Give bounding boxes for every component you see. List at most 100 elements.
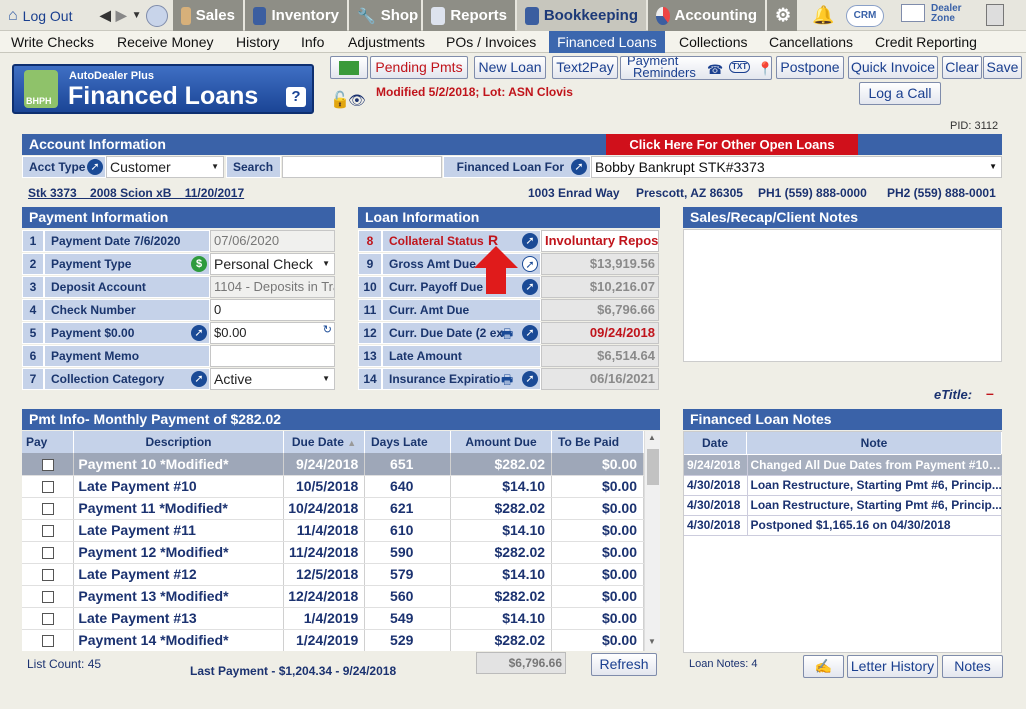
- pay-checkbox[interactable]: [41, 525, 54, 538]
- payment-reminders-button[interactable]: Payment Reminders ☎ TXT 📍: [620, 56, 772, 80]
- pmt-table-scrollbar[interactable]: ▲ ▼: [644, 431, 660, 651]
- new-loan-button[interactable]: New Loan: [474, 56, 546, 79]
- refresh-button[interactable]: Refresh: [591, 653, 657, 676]
- quick-invoice-button[interactable]: Quick Invoice: [848, 56, 938, 79]
- payoff-lookup-icon[interactable]: ➚: [522, 279, 538, 295]
- table-row[interactable]: Payment 14 *Modified* 1/24/2019 529 $282.02…: [22, 629, 644, 651]
- pay-checkbox[interactable]: [41, 481, 54, 494]
- pay-checkbox[interactable]: [41, 635, 54, 648]
- note-row[interactable]: 4/30/2018 Loan Restructure, Starting Pmt …: [684, 495, 1002, 516]
- pay-checkbox[interactable]: [41, 547, 54, 560]
- folder-button[interactable]: [330, 56, 368, 79]
- subnav-adjustments[interactable]: Adjustments: [342, 31, 431, 53]
- notes-button[interactable]: Notes: [942, 655, 1003, 678]
- collection-category-lookup-icon[interactable]: ➚: [191, 371, 207, 387]
- scrollbar-thumb[interactable]: [647, 449, 659, 485]
- settings-gear-icon[interactable]: ⚙: [767, 0, 797, 31]
- financed-loan-for-lookup-icon[interactable]: ➚: [571, 159, 587, 175]
- table-row[interactable]: Payment 10 *Modified* 9/24/2018 651 $282.02…: [22, 453, 644, 476]
- insurance-lookup-icon[interactable]: ➚: [522, 371, 538, 387]
- pay-checkbox[interactable]: [41, 613, 54, 626]
- subnav-history[interactable]: History: [230, 31, 286, 53]
- collateral-status-value[interactable]: Involuntary Repossession: [541, 230, 659, 252]
- eye-icon[interactable]: 👁: [348, 92, 366, 109]
- save-button[interactable]: Save: [983, 56, 1022, 79]
- check-number-input[interactable]: 0: [210, 299, 335, 321]
- tab-sales[interactable]: Sales: [173, 0, 243, 31]
- acct-type-select[interactable]: Customer ▼: [106, 156, 224, 178]
- subnav-pos-invoices[interactable]: POs / Invoices: [440, 31, 542, 53]
- help-icon[interactable]: ?: [286, 87, 306, 107]
- subnav-info[interactable]: Info: [295, 31, 330, 53]
- to-be-paid-cell: $0.00: [551, 563, 644, 586]
- pay-checkbox[interactable]: [41, 569, 54, 582]
- history-nav-arrows[interactable]: ◀ ▶ ▼: [92, 0, 141, 31]
- subnav-financed-loans[interactable]: Financed Loans: [549, 31, 665, 53]
- gross-amt-lookup-icon[interactable]: ➚: [522, 256, 538, 272]
- due-date-lookup-icon[interactable]: ➚: [522, 325, 538, 341]
- pay-checkbox[interactable]: [41, 503, 54, 516]
- payment-lookup-icon[interactable]: ➚: [191, 325, 207, 341]
- payment-amount-input[interactable]: $0.00 ↻: [210, 322, 335, 344]
- log-a-call-button[interactable]: Log a Call: [859, 82, 941, 105]
- pay-checkbox[interactable]: [41, 591, 54, 604]
- tab-accounting[interactable]: Accounting: [648, 0, 765, 31]
- subnav-collections[interactable]: Collections: [673, 31, 753, 53]
- payment-memo-input[interactable]: [210, 345, 335, 367]
- lock-icon[interactable]: 🔓: [330, 90, 350, 110]
- note-row[interactable]: 9/24/2018 Changed All Due Dates from Paym…: [684, 455, 1002, 476]
- crm-button[interactable]: CRM: [846, 5, 884, 27]
- letter-history-button[interactable]: Letter History: [847, 655, 938, 678]
- table-row[interactable]: Payment 11 *Modified* 10/24/2018 621 $282.0…: [22, 497, 644, 520]
- text2pay-button[interactable]: Text2Pay: [552, 56, 618, 79]
- financed-loan-for-select[interactable]: Bobby Bankrupt STK#3373 ▼: [591, 156, 1002, 178]
- bell-icon[interactable]: 🔔: [812, 5, 834, 26]
- table-row[interactable]: Late Payment #12 12/5/2018 579 $14.10 $0.00: [22, 563, 644, 586]
- forward-arrow-icon[interactable]: ▶: [116, 7, 127, 24]
- collection-category-select[interactable]: Active ▼: [210, 368, 335, 390]
- table-row[interactable]: Late Payment #10 10/5/2018 640 $14.10 $0.00: [22, 475, 644, 498]
- table-row[interactable]: Payment 12 *Modified* 11/24/2018 590 $282.0…: [22, 541, 644, 564]
- dealer-zone-icon[interactable]: [901, 4, 925, 22]
- other-open-loans-link[interactable]: Click Here For Other Open Loans: [606, 134, 858, 155]
- printer-icon[interactable]: 🖶: [501, 325, 513, 347]
- subnav-write-checks[interactable]: Write Checks: [5, 31, 100, 53]
- printer-icon[interactable]: 🖶: [501, 371, 513, 393]
- subnav-credit-reporting[interactable]: Credit Reporting: [869, 31, 983, 53]
- payment-date-input[interactable]: 07/06/2020: [210, 230, 335, 252]
- table-row[interactable]: Late Payment #11 11/4/2018 610 $14.10 $0.00: [22, 519, 644, 542]
- scroll-up-icon[interactable]: ▲: [648, 433, 656, 442]
- chevron-down-icon[interactable]: ▼: [132, 10, 142, 21]
- deposit-account-input[interactable]: 1104 - Deposits in Transit: [210, 276, 335, 298]
- calculator-icon[interactable]: [986, 4, 1004, 26]
- back-arrow-icon[interactable]: ◀: [100, 7, 111, 24]
- vehicle-link[interactable]: Stk 3373 2008 Scion xB 11/20/2017: [28, 186, 244, 200]
- note-row[interactable]: 4/30/2018 Postponed $1,165.16 on 04/30/20…: [684, 515, 1002, 536]
- clear-button[interactable]: Clear: [942, 56, 982, 79]
- payment-type-select[interactable]: Personal Check ▼: [210, 253, 335, 275]
- subnav-receive-money[interactable]: Receive Money: [111, 31, 220, 53]
- loan-notes-count: Loan Notes: 4: [689, 658, 758, 670]
- acct-type-lookup-icon[interactable]: ➚: [87, 159, 103, 175]
- pending-pmts-button[interactable]: Pending Pmts: [370, 56, 468, 79]
- pay-checkbox[interactable]: [41, 459, 54, 472]
- logout-button[interactable]: ⌂ Log Out: [0, 0, 90, 31]
- dealer-zone-label[interactable]: Dealer Zone: [931, 4, 977, 24]
- scroll-down-icon[interactable]: ▼: [648, 637, 656, 646]
- tab-reports[interactable]: Reports: [423, 0, 515, 31]
- tab-inventory[interactable]: Inventory: [245, 0, 347, 31]
- table-row[interactable]: Payment 13 *Modified* 12/24/2018 560 $282.0…: [22, 585, 644, 608]
- col-due-date[interactable]: Due Date ▲: [284, 431, 365, 453]
- postpone-button[interactable]: Postpone: [776, 56, 844, 79]
- search-input[interactable]: [282, 156, 442, 178]
- subnav-cancellations[interactable]: Cancellations: [763, 31, 859, 53]
- table-row[interactable]: Late Payment #13 1/4/2019 549 $14.10 $0.00: [22, 607, 644, 630]
- sign-button[interactable]: ✍: [803, 655, 844, 678]
- user-avatar-icon[interactable]: [146, 5, 168, 27]
- note-row[interactable]: 4/30/2018 Loan Restructure, Starting Pmt …: [684, 475, 1002, 496]
- collateral-status-lookup-icon[interactable]: ➚: [522, 233, 538, 249]
- tab-shop[interactable]: 🔧 Shop: [349, 0, 421, 31]
- tab-bookkeeping[interactable]: Bookkeeping: [517, 0, 646, 31]
- sales-notes-textarea[interactable]: [683, 229, 1002, 362]
- refresh-icon[interactable]: ↻: [323, 323, 332, 340]
